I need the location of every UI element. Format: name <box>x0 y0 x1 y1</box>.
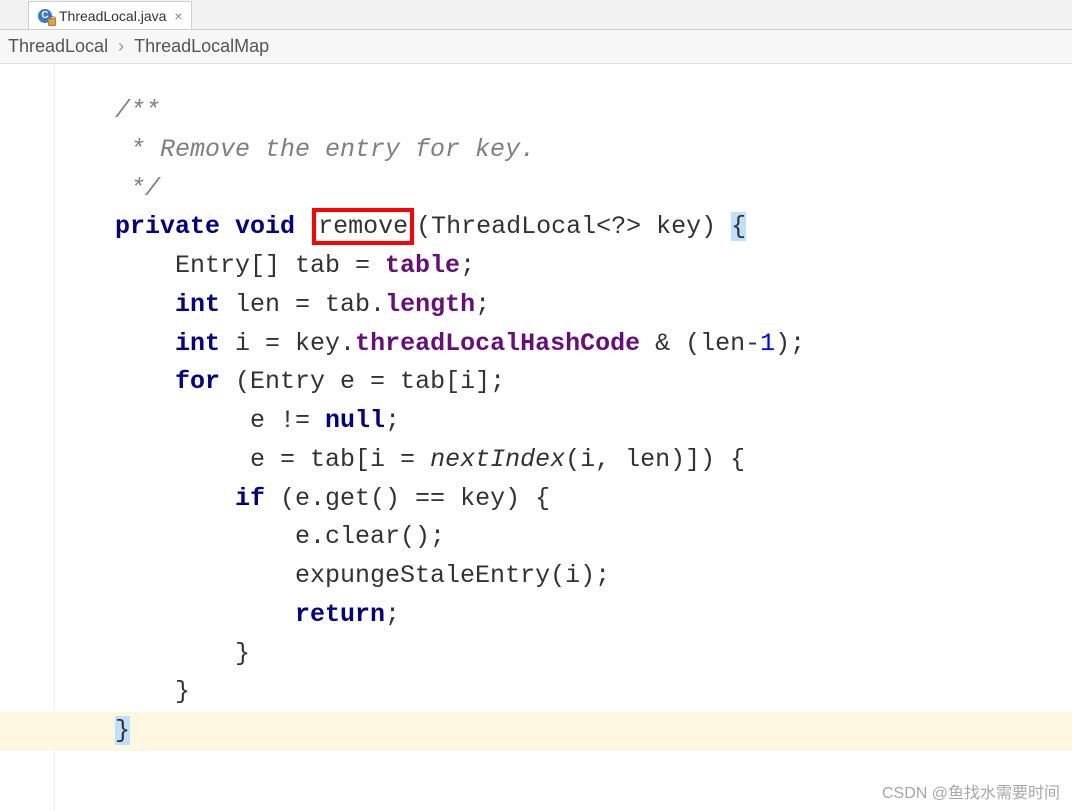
brace-highlight: { <box>731 212 746 241</box>
code-text: Entry[] tab = <box>115 251 385 280</box>
breadcrumb-item[interactable]: ThreadLocalMap <box>134 36 269 57</box>
keyword: if <box>115 484 265 513</box>
brace-highlight: } <box>115 716 130 745</box>
file-tab[interactable]: C ThreadLocal.java × <box>28 1 192 29</box>
code-text: ); <box>775 329 805 358</box>
field-ref: length <box>385 290 475 319</box>
field-ref: table <box>385 251 460 280</box>
code-text: ; <box>385 406 400 435</box>
keyword: void <box>235 212 295 241</box>
code-text: (ThreadLocal<?> key) <box>416 212 731 241</box>
comment-line: */ <box>115 174 160 203</box>
code-text: (e.get() == key) { <box>265 484 550 513</box>
lock-icon <box>48 18 56 26</box>
keyword: int <box>115 329 220 358</box>
keyword: return <box>115 600 385 629</box>
code-text: len = tab. <box>220 290 385 319</box>
code-text: ; <box>385 600 400 629</box>
code-text: (i, len)]) { <box>565 445 745 474</box>
code-text: expungeStaleEntry(i); <box>115 561 610 590</box>
keyword: private <box>115 212 220 241</box>
number-literal: 1 <box>760 329 775 358</box>
code-text: & (len- <box>640 329 760 358</box>
keyword: int <box>115 290 220 319</box>
comment-line: * Remove the entry for key. <box>115 135 535 164</box>
tab-filename: ThreadLocal.java <box>59 8 166 24</box>
breadcrumb-item[interactable]: ThreadLocal <box>8 36 108 57</box>
editor: /** * Remove the entry for key. */ priva… <box>0 64 1072 811</box>
code-text: e.clear(); <box>115 522 445 551</box>
class-file-icon: C <box>37 8 53 24</box>
method-call: nextIndex <box>430 445 565 474</box>
tab-bar: C ThreadLocal.java × <box>0 0 1072 30</box>
code-text: e != <box>115 406 325 435</box>
code-text: } <box>115 639 250 668</box>
code-text: (Entry e = tab[i]; <box>220 367 505 396</box>
keyword: null <box>325 406 385 435</box>
code-area[interactable]: /** * Remove the entry for key. */ priva… <box>55 64 1072 811</box>
annotation-box: remove <box>312 208 414 245</box>
close-icon[interactable]: × <box>174 9 182 23</box>
keyword: for <box>115 367 220 396</box>
code-text: ; <box>460 251 475 280</box>
code-text: } <box>115 677 190 706</box>
gutter <box>0 64 55 811</box>
current-line-highlight: } <box>0 712 1072 751</box>
field-ref: threadLocalHashCode <box>355 329 640 358</box>
code-text: ; <box>475 290 490 319</box>
breadcrumb: ThreadLocal › ThreadLocalMap <box>0 30 1072 64</box>
chevron-right-icon: › <box>118 36 124 57</box>
code-text: e = tab[i = <box>115 445 430 474</box>
comment-line: /** <box>115 96 160 125</box>
watermark: CSDN @鱼找水需要时间 <box>882 779 1060 803</box>
code-text: i = key. <box>220 329 355 358</box>
